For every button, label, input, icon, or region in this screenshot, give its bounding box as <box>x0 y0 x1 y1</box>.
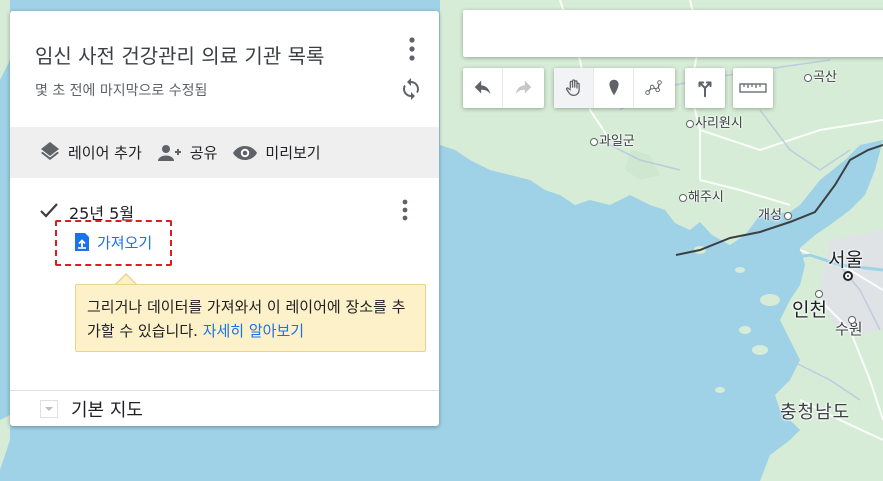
eye-icon <box>233 145 258 160</box>
measure-group <box>733 68 773 108</box>
map-label-gwail: 과일군 <box>590 130 635 149</box>
search-box[interactable] <box>463 10 883 57</box>
seoul-marker-icon <box>843 271 853 281</box>
map-layers-panel: 임신 사전 건강관리 의료 기관 목록 몇 초 전에 마지막으로 수정됨 레이어… <box>10 11 439 426</box>
import-hint-tooltip: 그리거나 데이터를 가져와서 이 레이어에 장소를 추가할 수 있습니다. 자세… <box>75 284 426 352</box>
layers-icon <box>41 141 59 160</box>
measure-button[interactable] <box>733 68 773 108</box>
map-label-seoul: 서울 <box>828 249 863 271</box>
redo-button[interactable] <box>503 68 543 108</box>
undo-button[interactable] <box>463 68 503 108</box>
directions-button[interactable] <box>685 68 725 108</box>
share-button[interactable]: 공유 <box>156 141 218 165</box>
share-label: 공유 <box>189 144 218 162</box>
map-label-gosan: 곡산 <box>804 66 837 85</box>
import-button[interactable]: 가져오기 <box>73 230 152 254</box>
add-marker-button[interactable] <box>594 68 634 108</box>
layer-visibility-checkbox[interactable] <box>38 200 60 222</box>
sync-button[interactable] <box>399 77 423 101</box>
map-label-sariwon: 사리원시 <box>686 112 743 131</box>
expand-arrow-icon[interactable] <box>40 399 58 418</box>
preview-label: 미리보기 <box>265 144 321 162</box>
upload-file-icon <box>75 233 89 251</box>
base-map-label: 기본 지도 <box>71 399 143 421</box>
search-input[interactable] <box>463 10 883 57</box>
map-label-haeju: 해주시 <box>679 186 724 205</box>
suwon-marker-icon <box>848 316 856 324</box>
map-label-incheon: 인천 <box>792 299 827 321</box>
pan-button[interactable] <box>554 68 594 108</box>
layer-actions-bar: 레이어 추가 공유 미리보기 <box>10 127 439 178</box>
add-marker-icon <box>608 79 619 96</box>
add-layer-button[interactable]: 레이어 추가 <box>38 141 142 165</box>
undo-redo-group <box>463 68 544 108</box>
add-layer-label: 레이어 추가 <box>68 144 142 162</box>
layer-options-button[interactable] <box>395 196 415 226</box>
more-vert-icon <box>402 199 408 221</box>
more-vert-icon <box>409 37 415 61</box>
preview-button[interactable]: 미리보기 <box>231 141 321 165</box>
pan-hand-icon <box>565 79 580 96</box>
map-options-button[interactable] <box>402 35 422 63</box>
learn-more-link[interactable]: 자세히 알아보기 <box>203 322 304 340</box>
directions-icon <box>698 81 712 98</box>
draw-line-button[interactable] <box>634 68 674 108</box>
draw-line-icon <box>645 80 662 95</box>
layer-row: 25년 5월 <box>10 196 439 232</box>
add-person-icon <box>157 144 181 161</box>
sync-icon <box>403 78 419 100</box>
undo-icon <box>474 80 490 94</box>
directions-group <box>685 68 725 108</box>
import-label: 가져오기 <box>97 233 153 252</box>
redo-icon <box>515 80 532 94</box>
map-title[interactable]: 임신 사전 건강관리 의료 기관 목록 <box>35 40 324 69</box>
layer-name[interactable]: 25년 5월 <box>69 200 134 224</box>
checkmark-icon <box>40 203 58 218</box>
incheon-marker-icon <box>815 290 823 298</box>
measure-ruler-icon <box>739 83 767 93</box>
draw-tools-group <box>554 68 675 108</box>
map-label-chungnam: 충청남도 <box>780 402 851 423</box>
map-label-kaesong: 개성 <box>758 204 793 223</box>
last-edited-status: 몇 초 전에 마지막으로 수정됨 <box>35 83 208 99</box>
base-map-row[interactable]: 기본 지도 <box>10 391 439 426</box>
